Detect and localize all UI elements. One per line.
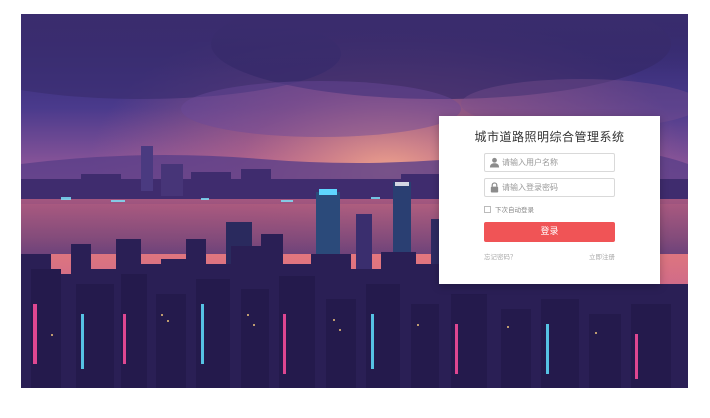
remember-me[interactable]: 下次自动登录 xyxy=(484,204,534,214)
login-button[interactable]: 登录 xyxy=(484,222,615,242)
app-title: 城市道路照明综合管理系统 xyxy=(474,130,625,144)
remember-label: 下次自动登录 xyxy=(495,206,534,214)
password-input[interactable] xyxy=(502,179,610,196)
forgot-password-link[interactable]: 忘记密码？ xyxy=(484,251,517,261)
password-field[interactable] xyxy=(484,178,615,197)
lock-icon xyxy=(490,182,499,193)
username-field[interactable] xyxy=(484,153,615,172)
username-input[interactable] xyxy=(502,154,610,171)
user-icon xyxy=(489,157,500,168)
register-link[interactable]: 立即注册 xyxy=(589,251,615,261)
login-card: 城市道路照明综合管理系统 下次自动登录 登录 忘记密码？ 立即注册 xyxy=(439,116,660,284)
remember-checkbox[interactable] xyxy=(484,205,491,213)
